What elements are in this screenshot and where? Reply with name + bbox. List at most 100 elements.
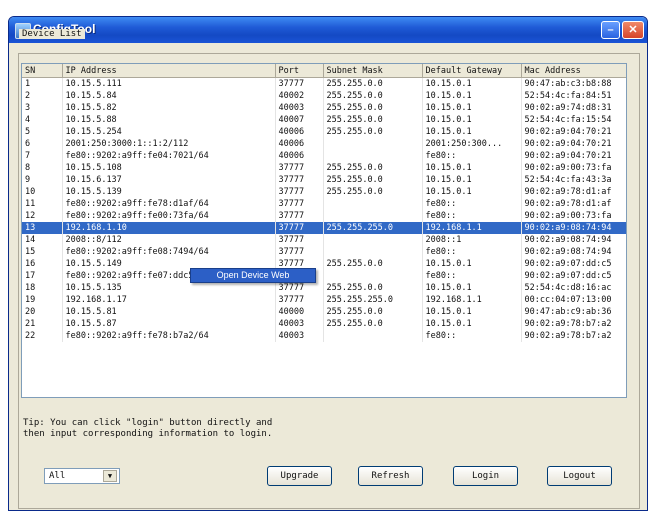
table-row[interactable]: 22 fe80::9202:a9ff:fe78:b7a2/64 40003 fe80:… bbox=[22, 330, 626, 342]
refresh-button[interactable]: Refresh bbox=[358, 466, 423, 486]
cell-ip: 10.15.5.111 bbox=[62, 77, 276, 90]
cell-port: 37777 bbox=[275, 186, 324, 198]
cell-subnet bbox=[323, 234, 423, 246]
upgrade-button[interactable]: Upgrade bbox=[267, 466, 332, 486]
table-row[interactable]: 18 10.15.5.135 37777 255.255.0.0 10.15.0.1 52… bbox=[22, 282, 626, 294]
cell-subnet: 255.255.0.0 bbox=[323, 90, 423, 102]
context-menu-open-device-web[interactable]: Open Device Web bbox=[190, 268, 316, 283]
cell-mac: 90:02:a9:78:b7:a2 bbox=[521, 330, 626, 342]
cell-gateway: 10.15.0.1 bbox=[422, 126, 522, 138]
cell-port: 40006 bbox=[275, 138, 324, 150]
cell-gateway: 10.15.0.1 bbox=[422, 306, 522, 318]
cell-ip: 10.15.5.135 bbox=[62, 282, 276, 294]
tip-text: Tip: You can click "login" button direct… bbox=[23, 418, 272, 440]
cell-sn: 22 bbox=[22, 330, 63, 342]
cell-ip: 10.15.5.87 bbox=[62, 318, 276, 330]
table-row[interactable]: 4 10.15.5.88 40007 255.255.0.0 10.15.0.1 52:5… bbox=[22, 114, 626, 126]
table-row[interactable]: 14 2008::8/112 37777 2008::1 90:02:a9:08:74:… bbox=[22, 234, 626, 246]
cell-sn: 5 bbox=[22, 126, 63, 138]
cell-ip: 2001:250:3000:1::1:2/112 bbox=[62, 138, 276, 150]
table-row[interactable]: 11 fe80::9202:a9ff:fe78:d1af/64 37777 fe80:… bbox=[22, 198, 626, 210]
cell-mac: 90:02:a9:78:d1:af bbox=[521, 186, 626, 198]
cell-subnet bbox=[323, 210, 423, 222]
column-header-port[interactable]: Port bbox=[275, 64, 324, 78]
dropdown-arrow-icon[interactable]: ▼ bbox=[103, 470, 117, 482]
cell-ip: 10.15.5.81 bbox=[62, 306, 276, 318]
cell-mac: 90:02:a9:04:70:21 bbox=[521, 150, 626, 162]
table-row[interactable]: 12 fe80::9202:a9ff:fe00:73fa/64 37777 fe80:… bbox=[22, 210, 626, 222]
cell-gateway: fe80:: bbox=[422, 150, 522, 162]
login-button[interactable]: Login bbox=[453, 466, 518, 486]
table-row[interactable]: 5 10.15.5.254 40006 255.255.0.0 10.15.0.1 90:… bbox=[22, 126, 626, 138]
column-header-ip[interactable]: IP Address bbox=[62, 64, 276, 78]
cell-port: 37777 bbox=[275, 162, 324, 174]
table-header-row: SN IP Address Port Subnet Mask Default G… bbox=[22, 64, 626, 78]
column-header-subnet[interactable]: Subnet Mask bbox=[323, 64, 423, 78]
cell-subnet: 255.255.0.0 bbox=[323, 162, 423, 174]
cell-gateway: 10.15.0.1 bbox=[422, 90, 522, 102]
cell-mac: 52:54:4c:fa:43:3a bbox=[521, 174, 626, 186]
cell-sn: 16 bbox=[22, 258, 63, 270]
cell-mac: 90:02:a9:74:d8:31 bbox=[521, 102, 626, 114]
table-row[interactable]: 3 10.15.5.82 40003 255.255.0.0 10.15.0.1 90:0… bbox=[22, 102, 626, 114]
column-header-mac[interactable]: Mac Address bbox=[521, 64, 626, 78]
cell-ip: 10.15.5.108 bbox=[62, 162, 276, 174]
table-row[interactable]: 1 10.15.5.111 37777 255.255.0.0 10.15.0.1 90:… bbox=[22, 77, 626, 90]
table-row[interactable]: 15 fe80::9202:a9ff:fe08:7494/64 37777 fe80:… bbox=[22, 246, 626, 258]
table-row[interactable]: 10 10.15.5.139 37777 255.255.0.0 10.15.0.1 90… bbox=[22, 186, 626, 198]
cell-sn: 9 bbox=[22, 174, 63, 186]
table-row[interactable]: 20 10.15.5.81 40000 255.255.0.0 10.15.0.1 90:… bbox=[22, 306, 626, 318]
cell-sn: 7 bbox=[22, 150, 63, 162]
cell-port: 37777 bbox=[275, 198, 324, 210]
filter-select[interactable]: All ▼ bbox=[44, 468, 120, 484]
tip-line-2: then input corresponding information to … bbox=[23, 429, 273, 439]
cell-port: 37777 bbox=[275, 222, 324, 234]
table-row[interactable]: 7 fe80::9202:a9ff:fe04:7021/64 40006 fe80::… bbox=[22, 150, 626, 162]
cell-subnet: 255.255.0.0 bbox=[323, 318, 423, 330]
cell-subnet: 255.255.0.0 bbox=[323, 186, 423, 198]
cell-subnet: 255.255.0.0 bbox=[323, 306, 423, 318]
minimize-button[interactable]: – bbox=[601, 21, 620, 39]
column-header-gateway[interactable]: Default Gateway bbox=[422, 64, 522, 78]
cell-subnet: 255.255.0.0 bbox=[323, 114, 423, 126]
cell-mac: 90:02:a9:78:d1:af bbox=[521, 198, 626, 210]
cell-sn: 21 bbox=[22, 318, 63, 330]
cell-gateway: 10.15.0.1 bbox=[422, 102, 522, 114]
cell-sn: 18 bbox=[22, 282, 63, 294]
minimize-icon: – bbox=[607, 24, 614, 36]
table-row[interactable]: 21 10.15.5.87 40003 255.255.0.0 10.15.0.1 90:… bbox=[22, 318, 626, 330]
table-row[interactable]: 16 10.15.5.149 37777 255.255.0.0 10.15.0.1 90… bbox=[22, 258, 626, 270]
close-button[interactable]: ✕ bbox=[622, 21, 644, 39]
column-header-sn[interactable]: SN bbox=[22, 64, 63, 78]
table-row[interactable]: 13 192.168.1.10 37777 255.255.255.0 192.168.… bbox=[22, 222, 626, 234]
cell-mac: 90:02:a9:08:74:94 bbox=[521, 234, 626, 246]
cell-subnet bbox=[323, 246, 423, 258]
cell-gateway: fe80:: bbox=[422, 270, 522, 282]
table-row[interactable]: 9 10.15.6.137 37777 255.255.0.0 10.15.0.1 52:… bbox=[22, 174, 626, 186]
tip-line-1: Tip: You can click "login" button direct… bbox=[23, 418, 273, 428]
table-row[interactable]: 2 10.15.5.84 40002 255.255.0.0 10.15.0.1 52:5… bbox=[22, 90, 626, 102]
cell-mac: 52:54:4c:fa:15:54 bbox=[521, 114, 626, 126]
cell-sn: 3 bbox=[22, 102, 63, 114]
table-row[interactable]: 17fe80::9202:a9ff:fe07:ddc5/6437777fe80:… bbox=[22, 270, 626, 282]
table-row[interactable]: 6 2001:250:3000:1::1:2/112 40006 2001:250:3… bbox=[22, 138, 626, 150]
cell-subnet bbox=[323, 330, 423, 342]
cell-gateway: 10.15.0.1 bbox=[422, 318, 522, 330]
table-row[interactable]: 8 10.15.5.108 37777 255.255.0.0 10.15.0.1 90:… bbox=[22, 162, 626, 174]
cell-ip: 10.15.5.84 bbox=[62, 90, 276, 102]
cell-ip: 10.15.5.88 bbox=[62, 114, 276, 126]
cell-port: 40006 bbox=[275, 150, 324, 162]
title-bar[interactable]: ConfigTool – ✕ bbox=[9, 17, 647, 43]
table-row[interactable]: 19 192.168.1.17 37777 255.255.255.0 192.168.… bbox=[22, 294, 626, 306]
cell-mac: 90:47:ab:c9:ab:36 bbox=[521, 306, 626, 318]
cell-gateway: fe80:: bbox=[422, 246, 522, 258]
cell-subnet: 255.255.0.0 bbox=[323, 282, 423, 294]
logout-button[interactable]: Logout bbox=[547, 466, 612, 486]
cell-sn: 20 bbox=[22, 306, 63, 318]
cell-sn: 17 bbox=[22, 270, 63, 282]
cell-gateway: 10.15.0.1 bbox=[422, 114, 522, 126]
device-table-container[interactable]: SN IP Address Port Subnet Mask Default G… bbox=[21, 63, 627, 398]
cell-subnet bbox=[323, 138, 423, 150]
cell-gateway: fe80:: bbox=[422, 330, 522, 342]
cell-subnet bbox=[323, 198, 423, 210]
